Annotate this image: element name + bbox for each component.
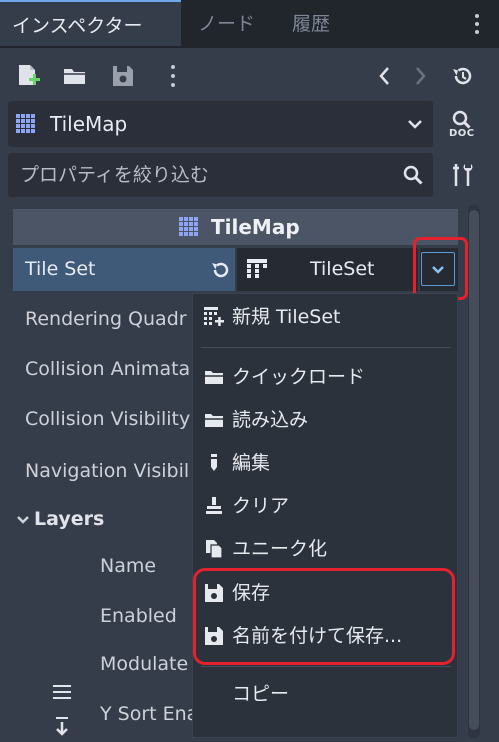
- revert-icon[interactable]: [209, 259, 231, 281]
- property-name[interactable]: Name: [100, 555, 156, 577]
- open-folder-icon[interactable]: [62, 63, 88, 89]
- search-icon: [402, 164, 424, 186]
- property-name: Tile Set: [25, 258, 96, 280]
- history-forward-icon[interactable]: [407, 63, 433, 89]
- tab-history[interactable]: 履歴: [292, 0, 330, 46]
- property-label-tile-set[interactable]: Tile Set: [13, 248, 235, 291]
- property-navigation-visibility[interactable]: Navigation Visibil: [25, 460, 189, 482]
- edited-object-selector[interactable]: TileMap: [8, 101, 433, 147]
- tileset-icon: [247, 259, 269, 281]
- history-back-icon[interactable]: [372, 63, 398, 89]
- menu-item-new-tileset[interactable]: 新規 TileSet: [193, 297, 457, 337]
- tileset-resource-menu: 新規 TileSet クイックロード 読み込み 編集 クリア ユニーク化 保存 …: [192, 293, 458, 738]
- property-enabled[interactable]: Enabled: [100, 605, 177, 627]
- property-filter-input[interactable]: [8, 153, 400, 197]
- doc-label: DOC: [449, 128, 475, 139]
- arrow-down-icon[interactable]: [54, 716, 70, 738]
- scrollbar-thumb[interactable]: [469, 210, 479, 730]
- menu-item-edit[interactable]: 編集: [193, 443, 457, 483]
- new-tileset-icon: [204, 307, 224, 327]
- tab-inspector[interactable]: インスペクター: [0, 0, 181, 46]
- edit-icon: [204, 453, 224, 473]
- edited-object-name: TileMap: [50, 112, 128, 136]
- section-title: TileMap: [211, 215, 300, 239]
- tileset-value-label: TileSet: [310, 258, 375, 280]
- tileset-resource-picker[interactable]: TileSet: [237, 248, 418, 291]
- folder-icon: [204, 410, 224, 430]
- property-collision-animatable[interactable]: Collision Animata: [25, 358, 190, 380]
- dock-menu-icon[interactable]: [470, 12, 484, 36]
- array-drag-handle-icon[interactable]: [52, 684, 72, 700]
- doc-button[interactable]: DOC: [447, 108, 479, 140]
- property-collision-visibility[interactable]: Collision Visibility: [25, 408, 190, 430]
- group-layers[interactable]: Layers: [34, 508, 104, 530]
- tab-node[interactable]: ノード: [198, 0, 255, 46]
- menu-item-quick-load[interactable]: クイックロード: [193, 357, 457, 397]
- tilemap-icon: [179, 217, 199, 237]
- save-items-highlight: [193, 568, 455, 665]
- object-history-icon[interactable]: [450, 63, 476, 89]
- more-options-icon[interactable]: [166, 63, 180, 89]
- section-header-tilemap[interactable]: TileMap: [13, 209, 458, 245]
- dropdown-button-highlight: [413, 237, 468, 300]
- menu-item-clear[interactable]: クリア: [193, 486, 457, 526]
- menu-separator: [201, 666, 451, 667]
- property-rendering-quadrant[interactable]: Rendering Quadr: [25, 308, 187, 330]
- menu-separator: [201, 347, 451, 348]
- save-icon[interactable]: [110, 63, 136, 89]
- property-modulate[interactable]: Modulate: [100, 653, 188, 675]
- new-resource-icon[interactable]: [15, 63, 41, 89]
- property-filter[interactable]: [8, 153, 433, 197]
- tools-icon[interactable]: [450, 162, 474, 188]
- clear-icon: [204, 496, 224, 516]
- make-unique-icon: [204, 539, 224, 559]
- chevron-down-icon[interactable]: [16, 512, 30, 526]
- chevron-down-icon: [406, 115, 424, 133]
- tilemap-icon: [16, 114, 36, 134]
- menu-item-load[interactable]: 読み込み: [193, 400, 457, 440]
- menu-item-make-unique[interactable]: ユニーク化: [193, 529, 457, 569]
- menu-item-copy[interactable]: コピー: [193, 674, 457, 714]
- folder-icon: [204, 367, 224, 387]
